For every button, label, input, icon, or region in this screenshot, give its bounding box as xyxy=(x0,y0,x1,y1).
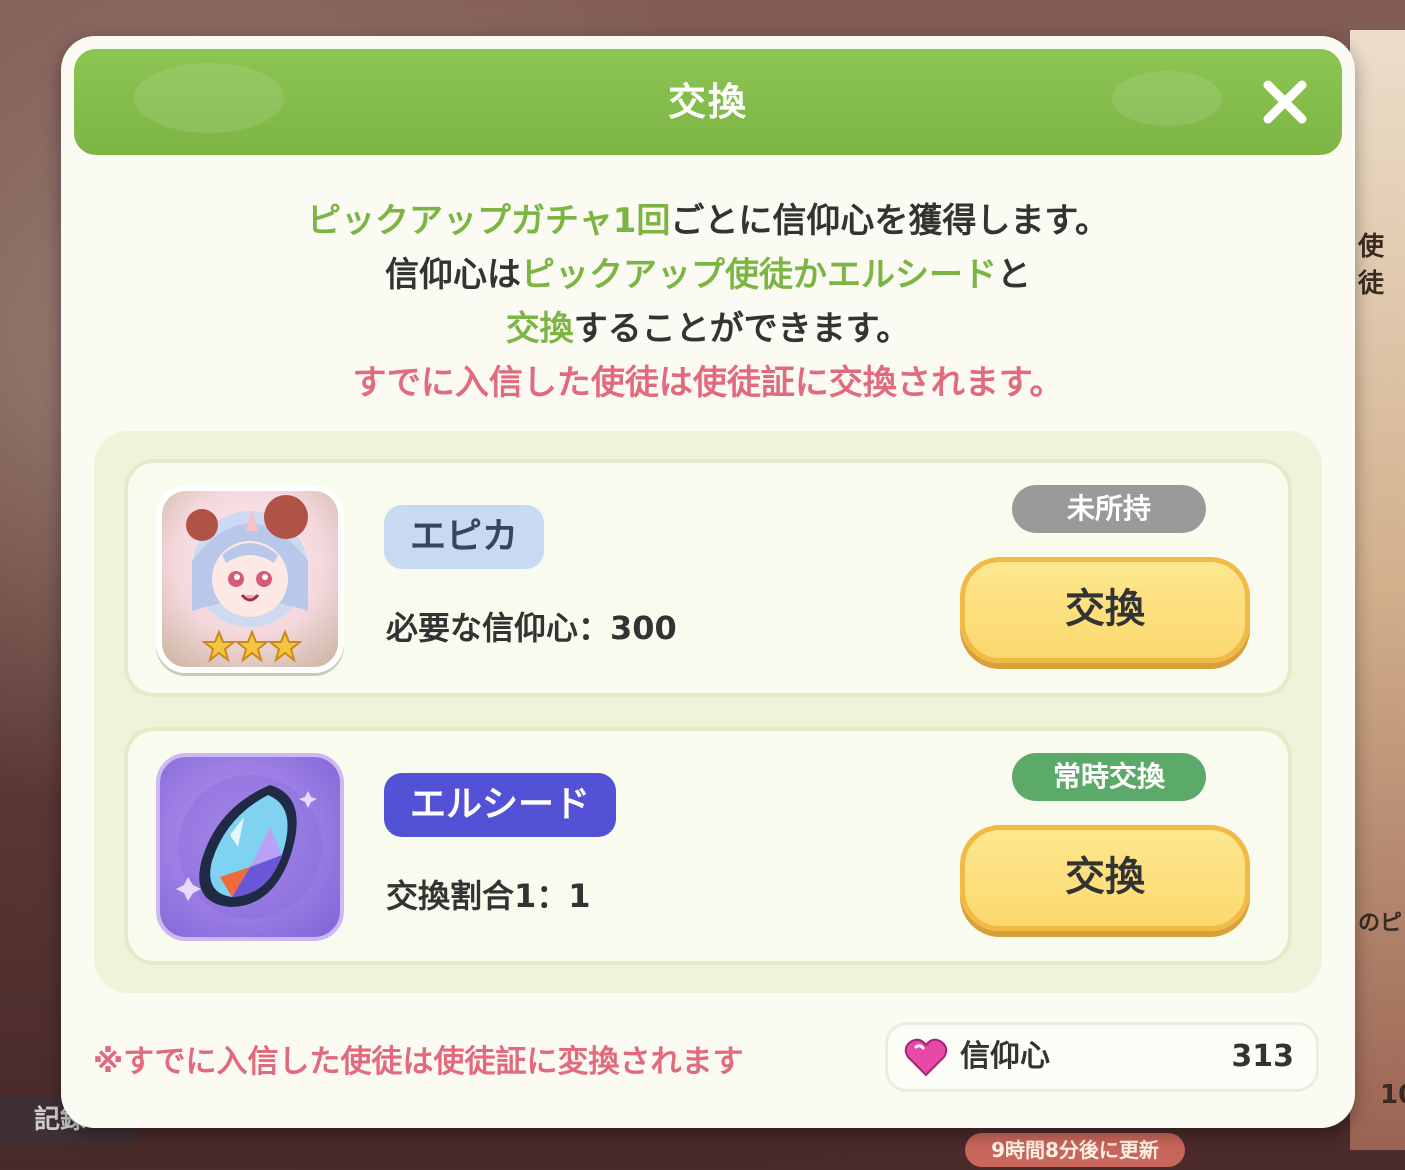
close-icon xyxy=(1263,80,1307,124)
required-faith-text: 必要な信仰心：300 xyxy=(386,609,677,647)
description-highlight: ピックアップ使徒かエルシード xyxy=(521,255,997,295)
exchange-button-elseed[interactable]: 交換 xyxy=(960,825,1250,931)
dialog-title: 交換 xyxy=(667,80,748,124)
background-side-text: のピ xyxy=(1358,911,1403,936)
description-text: することができます。 xyxy=(573,309,911,349)
exchange-button-epika[interactable]: 交換 xyxy=(960,557,1250,663)
elseed-gem-icon xyxy=(176,775,322,919)
description-warning: すでに入信した使徒は使徒証に交換されます。 xyxy=(352,363,1064,403)
exchange-description: ピックアップガチャ1回ごとに信仰心を獲得します。 信仰心はピックアップ使徒かエル… xyxy=(61,194,1355,410)
background-side-panel xyxy=(1350,30,1405,1150)
dialog-header: 交換 xyxy=(74,49,1342,155)
refresh-timer: 9時間8分後に更新 xyxy=(965,1133,1185,1167)
exchange-rate-text: 交換割合1：1 xyxy=(386,877,591,915)
description-text: と xyxy=(997,255,1031,295)
background-side-text: 使徒 xyxy=(1358,232,1385,299)
ownership-status-badge: 未所持 xyxy=(1012,485,1206,533)
heart-gem-icon xyxy=(904,1038,948,1077)
description-text: ごとに信仰心を獲得します。 xyxy=(670,201,1109,241)
rarity-stars-icon xyxy=(202,629,302,663)
exchange-dialog: 交換 ピックアップガチャ1回ごとに信仰心を獲得します。 信仰心はピックアップ使徒… xyxy=(61,36,1355,1128)
footer-note: ※すでに入信した使徒は使徒証に変換されます xyxy=(93,1044,744,1080)
faith-label: 信仰心 xyxy=(960,1039,1050,1074)
exchange-status-badge: 常時交換 xyxy=(1012,753,1206,801)
description-line-3: 交換することができます。 xyxy=(61,302,1355,356)
faith-balance: 信仰心 313 xyxy=(885,1022,1319,1092)
exchange-item-card-elseed: エルシード 交換割合1：1 常時交換 交換 xyxy=(124,727,1292,965)
description-text: 信仰心は xyxy=(385,255,521,295)
description-line-4: すでに入信した使徒は使徒証に交換されます。 xyxy=(61,356,1355,410)
close-button[interactable] xyxy=(1258,75,1312,129)
faith-value: 313 xyxy=(1231,1039,1294,1074)
exchange-item-card-epika: エピカ 必要な信仰心：300 未所持 交換 xyxy=(124,459,1292,697)
background-side-text: 10 xyxy=(1380,1080,1405,1110)
description-highlight: ピックアップガチャ1回 xyxy=(307,201,671,241)
description-highlight: 交換 xyxy=(505,309,574,349)
description-line-2: 信仰心はピックアップ使徒かエルシードと xyxy=(61,248,1355,302)
exchange-item-list: エピカ 必要な信仰心：300 未所持 交換 エルシード 交換割合1：1 常時交換… xyxy=(94,431,1322,993)
item-name-badge: エピカ xyxy=(384,505,545,569)
epika-portrait xyxy=(156,485,344,673)
description-line-1: ピックアップガチャ1回ごとに信仰心を獲得します。 xyxy=(61,194,1355,248)
item-name-badge: エルシード xyxy=(384,773,617,837)
elseed-thumbnail xyxy=(156,753,344,941)
